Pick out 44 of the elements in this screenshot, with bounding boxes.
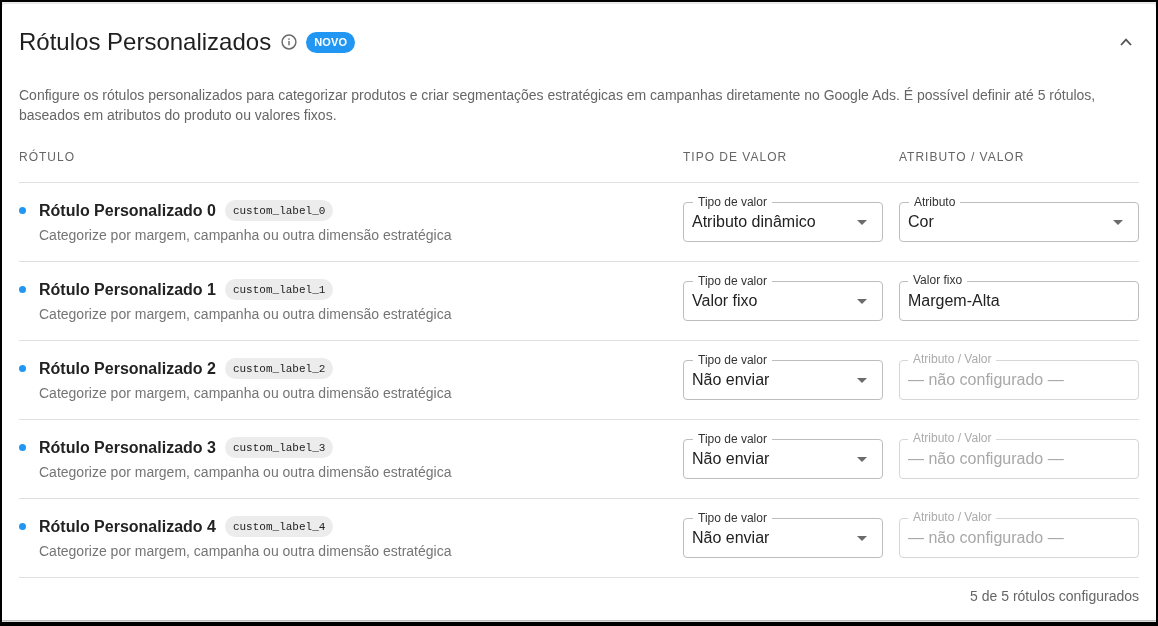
field-label: Tipo de valor bbox=[693, 195, 772, 209]
field-label: Atributo / Valor bbox=[908, 510, 997, 524]
dot-icon bbox=[19, 444, 26, 451]
label-name: Rótulo Personalizado 2 bbox=[39, 358, 216, 379]
label-hint: Categorize por margem, campanha ou outra dimensão estratégica bbox=[39, 462, 452, 482]
label-name: Rótulo Personalizado 3 bbox=[39, 437, 216, 458]
label-hint: Categorize por margem, campanha ou outra dimensão estratégica bbox=[39, 383, 452, 403]
caret-icon bbox=[857, 456, 867, 462]
label-hint: Categorize por margem, campanha ou outra dimensão estratégica bbox=[39, 225, 452, 245]
code-chip: custom_label_2 bbox=[224, 358, 334, 379]
label-name: Rótulo Personalizado 4 bbox=[39, 516, 216, 537]
dot-icon bbox=[19, 207, 26, 214]
field-label: Valor fixo bbox=[908, 273, 968, 287]
field-label: Tipo de valor bbox=[693, 432, 772, 446]
new-badge: NOVO bbox=[306, 31, 356, 53]
code-chip: custom_label_4 bbox=[224, 516, 334, 537]
label-name: Rótulo Personalizado 1 bbox=[39, 279, 216, 300]
field-label: Tipo de valor bbox=[693, 274, 772, 288]
code-chip: custom_label_0 bbox=[224, 200, 334, 221]
label-name: Rótulo Personalizado 0 bbox=[39, 200, 216, 221]
label-hint: Categorize por margem, campanha ou outra dimensão estratégica bbox=[39, 304, 452, 324]
label-hint: Categorize por margem, campanha ou outra dimensão estratégica bbox=[39, 541, 452, 561]
dot-icon bbox=[19, 286, 26, 293]
description-text: Configure os rótulos personalizados para categorizar produtos e criar segmentações estratégicas em campanhas diretamente no Google Ads. É possível definir até 5 rótulos, baseados em atributos do produto ou valores fixos. bbox=[19, 86, 1097, 125]
field-label: Tipo de valor bbox=[693, 511, 772, 525]
caret-icon bbox=[857, 219, 867, 225]
caret-icon bbox=[1113, 219, 1123, 225]
panel-title: Rótulos Personalizados bbox=[19, 28, 272, 56]
caret-icon bbox=[857, 298, 867, 304]
code-chip: custom_label_1 bbox=[224, 279, 334, 300]
field-label: Atributo / Valor bbox=[908, 431, 997, 445]
field-label: Tipo de valor bbox=[693, 353, 772, 367]
caret-icon bbox=[857, 377, 867, 383]
dot-icon bbox=[19, 365, 26, 372]
column-heading: TIPO DE VALOR bbox=[683, 149, 788, 165]
info-icon[interactable] bbox=[281, 34, 298, 50]
column-heading: ATRIBUTO / VALOR bbox=[899, 149, 1025, 165]
caret-icon bbox=[857, 535, 867, 541]
dot-icon bbox=[19, 523, 26, 530]
field-label: Atributo / Valor bbox=[908, 352, 997, 366]
footer-count: 5 de 5 rótulos configurados bbox=[970, 587, 1139, 606]
code-chip: custom_label_3 bbox=[224, 437, 334, 458]
column-heading: RÓTULO bbox=[19, 149, 75, 165]
field-label: Atributo bbox=[909, 195, 961, 209]
